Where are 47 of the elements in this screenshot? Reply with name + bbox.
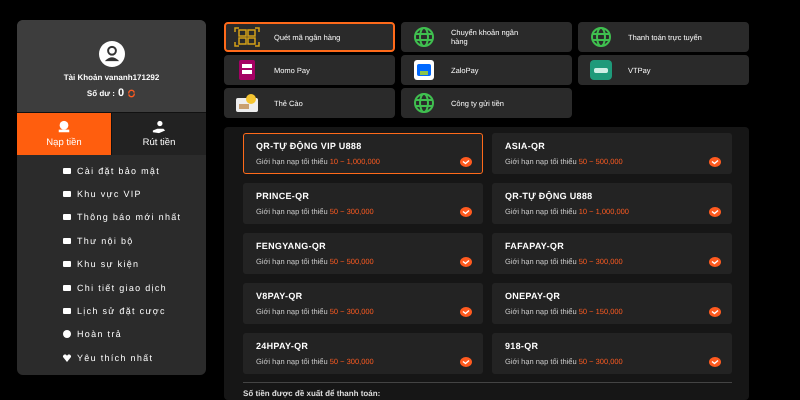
menu-item[interactable]: Thư nội bộ <box>62 229 206 253</box>
channel-name: QR-TỰ ĐỘNG VIP U888 <box>256 141 363 151</box>
channel-name: PRINCE-QR <box>256 191 310 201</box>
check-icon <box>460 157 472 167</box>
menu-item[interactable]: Hoàn trả <box>62 322 206 346</box>
check-icon <box>709 207 721 217</box>
tab[interactable]: Rút tiền <box>111 112 206 155</box>
globe-icon <box>411 93 437 113</box>
check-icon <box>460 357 472 367</box>
menu-item[interactable]: Chi tiết giao dịch <box>62 276 206 300</box>
wallet-logo-icon <box>588 60 614 80</box>
menu-item[interactable]: Cài đặt bảo mật <box>62 159 206 182</box>
check-icon <box>460 257 472 267</box>
check-icon <box>460 207 472 217</box>
hand-dollar-icon <box>152 120 166 134</box>
coin-stack-icon <box>57 120 71 134</box>
menu-item[interactable]: Khu vực VIP <box>62 182 206 206</box>
refresh-icon[interactable] <box>127 88 136 98</box>
heart-icon <box>62 352 72 363</box>
qr-code-icon <box>234 27 260 47</box>
suggested-amount-label: Số tiền được đề xuất để thanh toán: <box>243 389 382 398</box>
scratch-card-icon <box>234 93 260 113</box>
globe-icon <box>588 27 614 47</box>
check-icon <box>460 307 472 317</box>
wallet-logo-icon <box>411 60 437 80</box>
balance-value: 0 <box>118 87 124 99</box>
channel-name: ONEPAY-QR <box>505 291 562 301</box>
menu-item[interactable]: Thông báo mới nhất <box>62 206 206 230</box>
channel-name: QR-TỰ ĐỘNG U888 <box>505 191 594 201</box>
channel-name: FENGYANG-QR <box>256 241 327 251</box>
channel-name: V8PAY-QR <box>256 291 304 301</box>
channel-name: FAFAPAY-QR <box>505 241 566 251</box>
channel-name: ASIA-QR <box>505 141 546 151</box>
globe-icon <box>411 27 437 47</box>
account-name: Tài Khoản vananh171292 <box>64 73 160 82</box>
envelope-icon <box>62 236 72 246</box>
menu-item[interactable]: Lịch sử đặt cược <box>62 299 206 323</box>
check-icon <box>709 307 721 317</box>
balance-label: Số dư : <box>86 88 115 98</box>
menu-item[interactable]: Yêu thích nhất <box>62 346 206 370</box>
avatar-icon <box>98 41 124 67</box>
menu-item[interactable]: Khu sự kiện <box>62 252 206 276</box>
check-icon <box>709 157 721 167</box>
check-icon <box>709 257 721 267</box>
channel-name: 918-QR <box>505 341 540 351</box>
check-icon <box>709 357 721 367</box>
channel-name: 24HPAY-QR <box>256 341 310 351</box>
